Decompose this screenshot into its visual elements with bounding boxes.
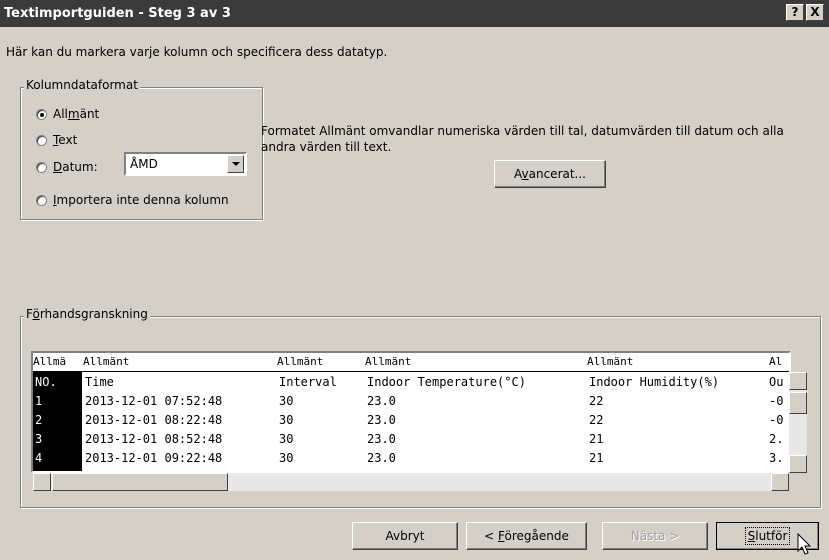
column-header[interactable]: Al bbox=[769, 355, 782, 371]
radio-date-label: Datum: bbox=[53, 160, 98, 174]
date-format-value: ÅMD bbox=[130, 157, 158, 171]
preview-cell: 3. bbox=[769, 451, 784, 465]
preview-cell: NO. bbox=[35, 375, 57, 389]
radio-date[interactable]: Datum: bbox=[36, 160, 98, 174]
next-button[interactable]: Nästa > bbox=[602, 522, 708, 550]
preview-cell: 2013-12-01 08:52:48 bbox=[85, 432, 223, 446]
column-format-legend: Kolumndataformat bbox=[24, 78, 140, 92]
vertical-scrollbar[interactable] bbox=[789, 372, 807, 473]
scroll-down-icon[interactable] bbox=[789, 455, 807, 473]
preview-cell: 30 bbox=[279, 413, 294, 427]
preview-cell: 1 bbox=[35, 394, 43, 408]
preview-cell: Ou bbox=[769, 375, 784, 389]
preview-cell: Interval bbox=[279, 375, 337, 389]
title-bar: Textimportguiden - Steg 3 av 3 ? X bbox=[0, 0, 829, 27]
radio-text-indicator bbox=[36, 134, 47, 146]
preview-cell: 21 bbox=[589, 451, 604, 465]
preview-cell: 30 bbox=[279, 432, 294, 446]
scroll-thumb-horizontal[interactable] bbox=[52, 473, 228, 491]
column-header[interactable]: Allmä bbox=[33, 355, 66, 371]
advanced-button[interactable]: Avancerat... bbox=[494, 160, 606, 188]
preview-cell: 23.0 bbox=[367, 432, 396, 446]
preview-cell: -0 bbox=[769, 394, 784, 408]
preview-cell: 2013-12-01 07:52:48 bbox=[85, 394, 223, 408]
preview-cell: 4 bbox=[35, 451, 43, 465]
window-title: Textimportguiden - Steg 3 av 3 bbox=[4, 6, 231, 21]
radio-date-indicator bbox=[36, 161, 47, 173]
preview-cell: 22 bbox=[589, 413, 604, 427]
preview-cell: 21 bbox=[589, 432, 604, 446]
radio-text-label: Text bbox=[53, 133, 78, 147]
preview-cell: Indoor Humidity(%) bbox=[589, 375, 720, 389]
format-description: Formatet Allmänt omvandlar numeriska vär… bbox=[261, 124, 784, 154]
preview-cell: 30 bbox=[279, 394, 294, 408]
date-format-select[interactable]: ÅMD bbox=[124, 152, 247, 176]
intro-text: Här kan du markera varje kolumn och spec… bbox=[6, 45, 388, 59]
scroll-thumb[interactable] bbox=[789, 392, 807, 414]
scroll-left-icon[interactable] bbox=[33, 473, 51, 491]
preview-grid[interactable]: Allmä Allmänt Allmänt Allmänt Allmänt Al… bbox=[31, 351, 791, 473]
close-button[interactable]: X bbox=[806, 4, 824, 21]
preview-cell: -0 bbox=[769, 413, 784, 427]
preview-cell: Indoor Temperature(°C) bbox=[367, 375, 526, 389]
column-header[interactable]: Allmänt bbox=[83, 355, 129, 371]
preview-cell: 2. bbox=[769, 432, 784, 446]
scroll-up-icon[interactable] bbox=[789, 372, 807, 390]
preview-cell: 23.0 bbox=[367, 451, 396, 465]
preview-cell: 2013-12-01 08:22:48 bbox=[85, 413, 223, 427]
radio-skip-indicator bbox=[36, 194, 47, 206]
column-header[interactable]: Allmänt bbox=[587, 355, 633, 371]
preview-cell: 2013-12-01 09:22:48 bbox=[85, 451, 223, 465]
column-header[interactable]: Allmänt bbox=[365, 355, 411, 371]
help-button[interactable]: ? bbox=[786, 4, 804, 21]
preview-cell: 22 bbox=[589, 394, 604, 408]
horizontal-scrollbar[interactable] bbox=[33, 473, 789, 491]
mouse-cursor-icon bbox=[797, 533, 812, 555]
radio-text[interactable]: Text bbox=[36, 133, 77, 147]
radio-skip-column[interactable]: Importera inte denna kolumn bbox=[36, 193, 229, 207]
preview-cell: 23.0 bbox=[367, 413, 396, 427]
radio-skip-label: Importera inte denna kolumn bbox=[53, 193, 229, 207]
preview-cell: 2 bbox=[35, 413, 43, 427]
text-import-wizard-dialog: Textimportguiden - Steg 3 av 3 ? X Här k… bbox=[0, 0, 829, 560]
preview-cell: 30 bbox=[279, 451, 294, 465]
radio-general-indicator bbox=[36, 108, 47, 120]
radio-general-label: Allmänt bbox=[53, 107, 100, 121]
back-button[interactable]: < Föregående bbox=[466, 522, 587, 550]
scroll-right-icon[interactable] bbox=[771, 473, 789, 491]
column-header[interactable]: Allmänt bbox=[277, 355, 323, 371]
cancel-button[interactable]: Avbryt bbox=[352, 522, 458, 550]
chevron-down-icon[interactable] bbox=[227, 155, 244, 173]
radio-general[interactable]: Allmänt bbox=[36, 107, 99, 121]
preview-cell: 23.0 bbox=[367, 394, 396, 408]
preview-legend: Förhandsgranskning bbox=[24, 307, 150, 321]
preview-cell: 3 bbox=[35, 432, 43, 446]
preview-cell: Time bbox=[85, 375, 114, 389]
